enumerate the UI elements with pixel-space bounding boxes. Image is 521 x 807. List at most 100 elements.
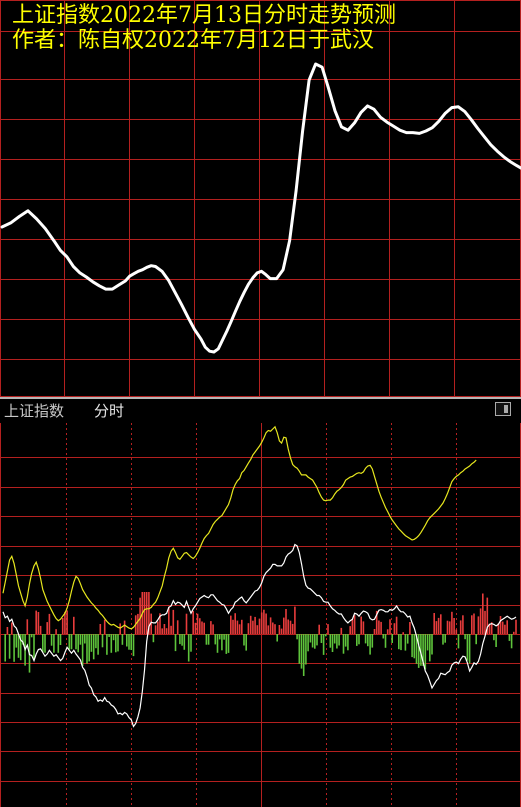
volume-bar-up — [453, 618, 455, 634]
volume-bar-down — [8, 634, 11, 659]
volume-bar-up — [249, 615, 252, 634]
volume-bar-down — [342, 634, 345, 654]
volume-bar-down — [115, 634, 117, 653]
volume-bar-up — [48, 613, 51, 634]
volume-bar-down — [205, 634, 208, 645]
volume-bar-down — [320, 634, 323, 643]
volume-bar-up — [11, 622, 13, 634]
volume-bar-down — [174, 634, 177, 652]
volume-bar-up — [185, 613, 188, 634]
volume-bar-down — [42, 634, 44, 653]
volume-bar-down — [305, 634, 307, 665]
volume-bar-up — [283, 617, 285, 634]
volume-bar-up — [161, 628, 163, 634]
volume-bar-down — [495, 634, 497, 647]
volume-bar-up — [46, 622, 48, 634]
volume-bar-down — [344, 634, 347, 647]
volume-bar-up — [172, 609, 175, 634]
volume-bar-down — [77, 634, 79, 653]
volume-bar-up — [99, 624, 102, 634]
volume-bar-down — [464, 634, 466, 640]
volume-bar-down — [307, 634, 309, 652]
volume-bar-down — [316, 634, 318, 646]
volume-bar-down — [398, 634, 400, 650]
volume-bar-down — [245, 634, 247, 651]
volume-bar-down — [30, 634, 33, 638]
volume-bar-down — [132, 634, 135, 657]
volume-bar-up — [269, 617, 272, 634]
volume-bar-up — [318, 624, 320, 634]
volume-bar-up — [513, 631, 515, 634]
volume-bar-down — [493, 634, 495, 641]
volume-bar-down — [179, 634, 181, 645]
volume-bar-up — [278, 625, 281, 634]
volume-bar-up — [440, 614, 442, 634]
volume-bar-up — [55, 629, 57, 634]
volume-bar-down — [322, 634, 325, 655]
volume-bar-down — [309, 634, 312, 643]
volume-bar-down — [90, 634, 93, 652]
period-tab[interactable]: 分时 — [94, 401, 124, 421]
volume-bar-up — [165, 628, 168, 634]
volume-bar-up — [232, 619, 234, 634]
volume-bar-up — [258, 618, 261, 634]
volume-bar-up — [137, 613, 139, 634]
volume-bar-down — [314, 634, 316, 649]
volume-bar-down — [121, 634, 124, 645]
panel-toggle-icon[interactable] — [495, 402, 511, 416]
volume-bar-up — [327, 624, 329, 634]
volume-bar-down — [429, 634, 431, 662]
volume-bar-up — [287, 619, 289, 634]
volume-bar-up — [230, 615, 232, 634]
volume-bar-down — [296, 634, 298, 640]
forecast-border — [0, 0, 521, 397]
volume-bar-up — [252, 620, 254, 634]
volume-bar-up — [351, 619, 354, 634]
volume-bar-up — [482, 593, 484, 634]
volume-bar-up — [360, 616, 362, 634]
volume-bar-up — [176, 620, 179, 634]
volume-bar-up — [506, 620, 508, 634]
chart-title: 上证指数2022年7月13日分时走势预测 — [12, 3, 396, 28]
volume-bar-up — [479, 608, 482, 634]
volume-bar-down — [101, 634, 104, 648]
volume-bar-up — [210, 621, 212, 634]
volume-bar-down — [75, 634, 77, 650]
volume-bar-down — [183, 634, 186, 650]
intraday-series — [2, 425, 517, 728]
volume-bar-down — [391, 634, 393, 643]
volume-bar-up — [247, 623, 250, 634]
volume-bar-down — [53, 634, 55, 653]
volume-bar-down — [371, 634, 374, 648]
volume-bar-up — [272, 622, 274, 634]
volume-bar-down — [95, 634, 97, 649]
volume-bar-down — [457, 634, 460, 649]
volume-bar-down — [108, 634, 110, 637]
volume-bar-up — [265, 613, 267, 634]
volume-bar-down — [444, 634, 446, 643]
volume-bar-down — [81, 634, 84, 666]
volume-bar-up — [280, 628, 283, 634]
intraday-chart-panel — [0, 423, 521, 807]
volume-bar-down — [84, 634, 86, 644]
forecast-grid — [0, 0, 521, 397]
volume-bar-up — [145, 592, 148, 634]
volume-bar-down — [227, 634, 230, 653]
volume-bar-down — [33, 634, 35, 660]
volume-bar-down — [338, 634, 340, 646]
volume-bar-down — [181, 634, 183, 646]
volume-bar-up — [501, 621, 504, 634]
volume-bar-up — [66, 610, 68, 634]
volume-bar-down — [411, 634, 413, 658]
volume-bar-up — [499, 616, 502, 634]
intraday-chart — [0, 423, 521, 807]
volume-bar-down — [331, 634, 334, 652]
volume-bar-up — [39, 625, 42, 634]
volume-bar-down — [413, 634, 416, 659]
volume-bar-down — [508, 634, 511, 641]
volume-bar-up — [378, 620, 380, 634]
volume-bar-up — [462, 615, 464, 634]
volume-bar-up — [37, 612, 40, 634]
volume-bar-up — [254, 616, 256, 634]
volume-bar-up — [157, 621, 159, 634]
